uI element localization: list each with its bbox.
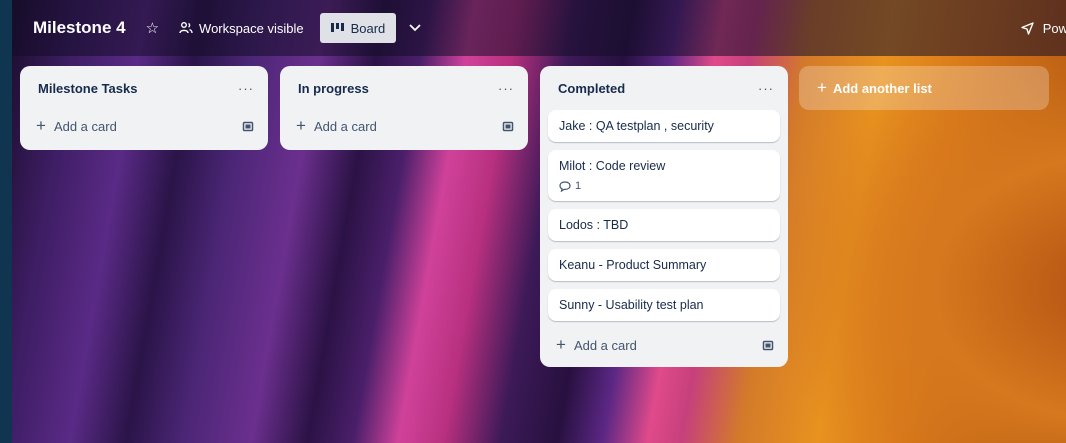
chevron-down-icon[interactable] (408, 23, 422, 33)
list-menu-button[interactable]: ··· (238, 81, 254, 96)
list-milestone-tasks: Milestone Tasks ··· + Add a card (20, 66, 268, 150)
plus-icon: + (556, 335, 566, 354)
card-title: Milot : Code review (559, 159, 666, 173)
comment-count: 1 (575, 180, 582, 192)
plus-icon: + (817, 78, 827, 97)
board-canvas: Milestone 4 ☆ Workspace visible Board Po… (12, 0, 1066, 443)
board-icon (330, 23, 344, 33)
people-icon[interactable] (179, 21, 193, 35)
list-title[interactable]: Milestone Tasks (38, 81, 137, 96)
card[interactable]: Jake : QA testplan , security (548, 110, 780, 142)
board-header: Milestone 4 ☆ Workspace visible Board Po… (12, 0, 1066, 56)
add-list-label: Add another list (832, 80, 932, 96)
list-completed: Completed ··· Jake : QA testplan , secur… (540, 66, 788, 367)
list-header[interactable]: Completed ··· (540, 66, 788, 110)
card-template-icon[interactable] (502, 120, 514, 132)
list-title[interactable]: In progress (298, 81, 369, 96)
list-menu-button[interactable]: ··· (498, 81, 514, 96)
add-card-label: Add a card (53, 118, 117, 134)
board-view-button[interactable]: Board (319, 13, 397, 43)
list-in-progress: In progress ··· + Add a card (280, 66, 528, 150)
list-title[interactable]: Completed (558, 81, 625, 96)
power-ups-label: Pow (1042, 20, 1066, 36)
board-view-label: Board (350, 20, 386, 36)
add-card-label: Add a card (313, 118, 377, 134)
plus-icon: + (36, 116, 46, 135)
plus-icon: + (296, 116, 306, 135)
board-title[interactable]: Milestone 4 (33, 18, 126, 38)
card[interactable]: Milot : Code review 1 (548, 150, 780, 201)
card-template-icon[interactable] (242, 120, 254, 132)
add-card-row: + Add a card (540, 329, 788, 361)
power-ups-button[interactable]: Pow (1021, 0, 1066, 56)
add-card-label: Add a card (573, 337, 637, 353)
add-list-button[interactable]: + Add another list (799, 66, 1049, 110)
add-card-button[interactable]: + Add a card (296, 116, 377, 136)
card-title: Jake : QA testplan , security (559, 119, 714, 133)
card-template-icon[interactable] (762, 339, 774, 351)
card-title: Sunny - Usability test plan (559, 298, 704, 312)
star-icon[interactable]: ☆ (146, 19, 159, 37)
card[interactable]: Sunny - Usability test plan (548, 289, 780, 321)
card-title: Keanu - Product Summary (559, 258, 707, 272)
list-menu-button[interactable]: ··· (758, 81, 774, 96)
add-card-row: + Add a card (280, 110, 528, 142)
card[interactable]: Keanu - Product Summary (548, 249, 780, 281)
rocket-icon (1021, 21, 1034, 35)
list-header[interactable]: In progress ··· (280, 66, 528, 110)
add-card-button[interactable]: + Add a card (556, 335, 637, 355)
visibility-button[interactable]: Workspace visible (199, 21, 304, 36)
card[interactable]: Lodos : TBD (548, 209, 780, 241)
card-badges: 1 (559, 180, 769, 192)
add-card-row: + Add a card (20, 110, 268, 142)
comment-icon (559, 180, 571, 192)
list-header[interactable]: Milestone Tasks ··· (20, 66, 268, 110)
add-card-button[interactable]: + Add a card (36, 116, 117, 136)
card-title: Lodos : TBD (559, 218, 629, 232)
